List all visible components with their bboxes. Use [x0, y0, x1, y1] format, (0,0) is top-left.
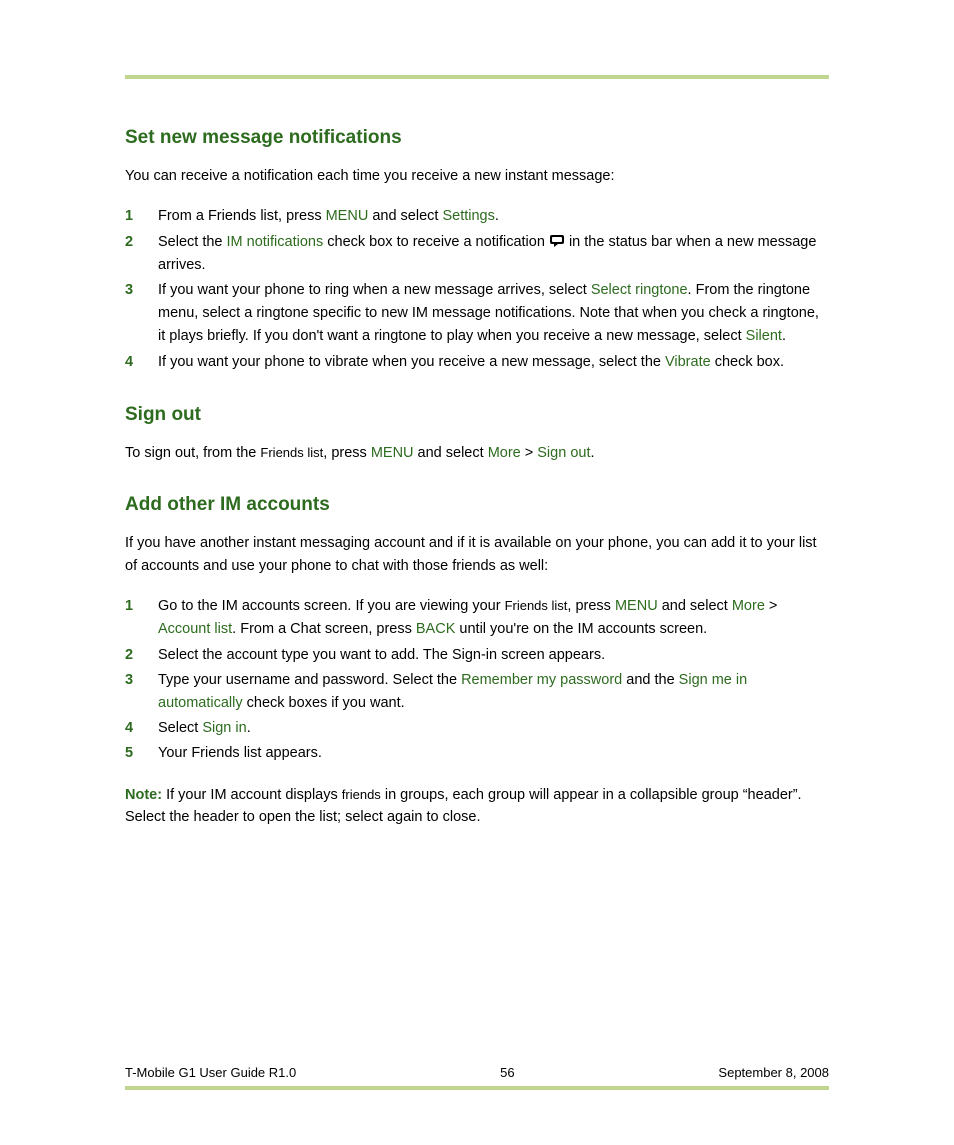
step-number: 1	[125, 595, 158, 641]
step-text: Select Sign in.	[158, 717, 829, 740]
step-text: Select the IM notifications check box to…	[158, 231, 829, 277]
list-item: 1 From a Friends list, press MENU and se…	[125, 205, 829, 228]
more-label: More	[488, 445, 521, 461]
list-item: 5 Your Friends list appears.	[125, 742, 829, 765]
step-number: 3	[125, 669, 158, 715]
friends-list-label: Friends list	[505, 598, 568, 613]
step-text: Type your username and password. Select …	[158, 669, 829, 715]
settings-label: Settings	[442, 208, 494, 224]
list-item: 2 Select the IM notifications check box …	[125, 231, 829, 277]
footer-date: September 8, 2008	[718, 1065, 829, 1080]
remember-password-label: Remember my password	[461, 672, 622, 688]
step-number: 2	[125, 231, 158, 277]
add-accounts-intro: If you have another instant messaging ac…	[125, 532, 829, 577]
list-item: 1 Go to the IM accounts screen. If you a…	[125, 595, 829, 641]
step-number: 5	[125, 742, 158, 765]
step-number: 2	[125, 644, 158, 667]
footer-page-number: 56	[500, 1065, 514, 1080]
step-number: 3	[125, 279, 158, 349]
friends-small: friends	[342, 787, 381, 802]
sign-in-label: Sign in	[202, 720, 246, 736]
steps-list-notifications: 1 From a Friends list, press MENU and se…	[125, 205, 829, 373]
heading-add-accounts: Add other IM accounts	[125, 494, 829, 516]
bottom-horizontal-rule	[125, 1086, 829, 1090]
step-text: If you want your phone to vibrate when y…	[158, 351, 829, 374]
note-label: Note:	[125, 787, 162, 803]
account-list-label: Account list	[158, 621, 232, 637]
list-item: 4 If you want your phone to vibrate when…	[125, 351, 829, 374]
im-notifications-label: IM notifications	[227, 234, 324, 250]
step-text: If you want your phone to ring when a ne…	[158, 279, 829, 349]
vibrate-label: Vibrate	[665, 354, 711, 370]
menu-label: MENU	[326, 208, 369, 224]
footer-left: T-Mobile G1 User Guide R1.0	[125, 1065, 296, 1080]
step-text: Select the account type you want to add.…	[158, 644, 829, 667]
list-item: 2 Select the account type you want to ad…	[125, 644, 829, 667]
more-label: More	[732, 598, 765, 614]
step-number: 1	[125, 205, 158, 228]
step-number: 4	[125, 351, 158, 374]
page: Set new message notifications You can re…	[0, 0, 954, 1145]
list-item: 3 Type your username and password. Selec…	[125, 669, 829, 715]
top-horizontal-rule	[125, 75, 829, 79]
menu-label: MENU	[371, 445, 414, 461]
friends-list-label: Friends list	[260, 445, 323, 460]
heading-set-notifications: Set new message notifications	[125, 127, 829, 149]
select-ringtone-label: Select ringtone	[591, 282, 688, 298]
intro-text: You can receive a notification each time…	[125, 165, 829, 187]
silent-label: Silent	[746, 328, 782, 344]
sign-out-text: To sign out, from the Friends list, pres…	[125, 442, 829, 464]
step-text: Go to the IM accounts screen. If you are…	[158, 595, 829, 641]
page-footer: T-Mobile G1 User Guide R1.0 56 September…	[125, 1065, 829, 1090]
step-number: 4	[125, 717, 158, 740]
signout-label: Sign out	[537, 445, 590, 461]
step-text: Your Friends list appears.	[158, 742, 829, 765]
list-item: 4 Select Sign in.	[125, 717, 829, 740]
menu-label: MENU	[615, 598, 658, 614]
heading-sign-out: Sign out	[125, 404, 829, 426]
notification-icon	[549, 234, 565, 248]
back-label: BACK	[416, 621, 456, 637]
list-item: 3 If you want your phone to ring when a …	[125, 279, 829, 349]
steps-list-add-accounts: 1 Go to the IM accounts screen. If you a…	[125, 595, 829, 765]
note-text: Note: If your IM account displays friend…	[125, 784, 829, 829]
step-text: From a Friends list, press MENU and sele…	[158, 205, 829, 228]
